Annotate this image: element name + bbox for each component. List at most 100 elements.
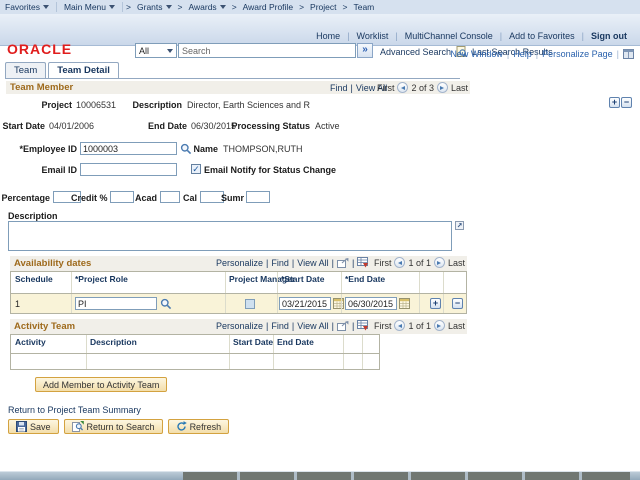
zoom-grid-icon[interactable] (337, 258, 349, 268)
breadcrumb: Favorites Main Menu > Grants > Awards > … (0, 0, 640, 15)
project-role-input[interactable] (75, 297, 157, 310)
next-row-button[interactable] (434, 257, 445, 268)
personalize-link[interactable]: Personalize (216, 258, 263, 268)
project-label: Project (20, 100, 72, 110)
chevron-down-icon (166, 5, 172, 9)
download-to-excel-icon[interactable] (357, 257, 368, 268)
new-window-link[interactable]: New Window (450, 49, 503, 59)
processing-status-label: Processing Status (230, 121, 310, 131)
taskbar-buttons[interactable] (183, 472, 630, 480)
breadcrumb-project[interactable]: Project (305, 2, 341, 12)
breadcrumb-award-profile[interactable]: Award Profile (238, 2, 298, 12)
description-box-label: Description (8, 211, 58, 221)
breadcrumb-separator: > (177, 2, 184, 12)
column-header: Description (90, 337, 137, 347)
find-link[interactable]: Find (330, 83, 348, 93)
tab-team[interactable]: Team (5, 62, 46, 78)
arrow-left-icon (398, 261, 402, 265)
row-end-date-input[interactable] (345, 297, 397, 310)
header-band: ORACLE All » Home | Worklist | MultiChan… (0, 14, 640, 46)
previous-row-button[interactable] (394, 257, 405, 268)
link-divider: | (617, 49, 619, 59)
link-divider: | (352, 258, 354, 268)
help-link[interactable]: Help (513, 49, 532, 59)
first-label[interactable]: First (374, 258, 392, 268)
personalize-layout-icon[interactable] (623, 49, 634, 59)
start-date-calendar-icon[interactable] (333, 298, 344, 309)
email-id-input[interactable] (80, 163, 177, 176)
advanced-search-link[interactable]: Advanced Search (380, 47, 451, 57)
refresh-button-label: Refresh (190, 422, 222, 432)
breadcrumb-grants[interactable]: Grants (132, 2, 177, 12)
peoplesoft-window: Favorites Main Menu > Grants > Awards > … (0, 0, 640, 480)
breadcrumb-awards[interactable]: Awards (183, 2, 230, 12)
next-row-button[interactable] (437, 82, 448, 93)
sign-out-link[interactable]: Sign out (584, 31, 634, 41)
end-date-calendar-icon[interactable] (399, 298, 410, 309)
personalize-page-link[interactable]: Personalize Page (542, 49, 613, 59)
breadcrumb-main-menu-label: Main Menu (64, 2, 106, 12)
remove-availability-row-button[interactable]: − (452, 298, 463, 309)
search-scope-select[interactable]: All (135, 43, 177, 58)
previous-row-button[interactable] (394, 320, 405, 331)
arrow-right-icon (437, 324, 441, 328)
home-link[interactable]: Home (309, 31, 347, 41)
tab-team-detail[interactable]: Team Detail (48, 62, 119, 78)
email-notify-checkbox[interactable]: ✓ (191, 164, 201, 174)
acad-input[interactable] (160, 191, 180, 203)
last-label[interactable]: Last (448, 321, 465, 331)
next-row-button[interactable] (434, 320, 445, 331)
team-member-header: Team Member Find | View All First 2 of 3… (6, 81, 470, 94)
search-go-button[interactable]: » (357, 43, 373, 58)
refresh-button[interactable]: Refresh (168, 419, 230, 434)
breadcrumb-separator: > (231, 2, 238, 12)
availability-title: Availability dates (10, 258, 91, 269)
expand-description-icon[interactable] (455, 221, 464, 230)
credit-input[interactable] (110, 191, 134, 203)
column-header: Start Date (233, 337, 273, 347)
find-link[interactable]: Find (271, 258, 289, 268)
start-date-value: 04/01/2006 (49, 121, 94, 131)
arrow-right-icon (437, 261, 441, 265)
worklist-link[interactable]: Worklist (350, 31, 396, 41)
arrow-left-icon (398, 324, 402, 328)
personalize-link[interactable]: Personalize (216, 321, 263, 331)
link-divider: | (266, 321, 268, 331)
download-to-excel-icon[interactable] (357, 320, 368, 331)
first-label[interactable]: First (377, 83, 395, 93)
employee-id-input[interactable] (80, 142, 177, 155)
add-to-favorites-link[interactable]: Add to Favorites (502, 31, 582, 41)
sumr-input[interactable] (246, 191, 270, 203)
project-manager-checkbox[interactable] (245, 299, 255, 309)
save-button[interactable]: Save (8, 419, 59, 434)
breadcrumb-team[interactable]: Team (348, 2, 379, 12)
add-row-button[interactable]: + (609, 97, 620, 108)
first-label[interactable]: First (374, 321, 392, 331)
chevron-down-icon (109, 5, 115, 9)
zoom-grid-icon[interactable] (337, 321, 349, 331)
breadcrumb-main-menu[interactable]: Main Menu (59, 2, 120, 12)
row-start-date-input[interactable] (279, 297, 331, 310)
column-header: End Date (277, 337, 314, 347)
last-label[interactable]: Last (451, 83, 468, 93)
breadcrumb-favorites-label: Favorites (5, 2, 40, 12)
previous-row-button[interactable] (397, 82, 408, 93)
search-input[interactable] (178, 43, 356, 58)
find-link[interactable]: Find (271, 321, 289, 331)
return-to-summary-link[interactable]: Return to Project Team Summary (8, 405, 141, 415)
activity-team-column-headers: Activity Description Start Date End Date (10, 334, 380, 354)
multichannel-console-link[interactable]: MultiChannel Console (398, 31, 500, 41)
view-all-link[interactable]: View All (297, 258, 328, 268)
view-all-link[interactable]: View All (297, 321, 328, 331)
row-position: 1 of 1 (408, 321, 431, 331)
return-to-search-button[interactable]: Return to Search (64, 419, 163, 434)
last-label[interactable]: Last (448, 258, 465, 268)
taskbar[interactable] (0, 471, 640, 480)
add-availability-row-button[interactable]: + (430, 298, 441, 309)
search-scope-value: All (139, 46, 149, 56)
add-member-button[interactable]: Add Member to Activity Team (35, 377, 167, 392)
remove-row-button[interactable]: − (621, 97, 632, 108)
breadcrumb-favorites[interactable]: Favorites (0, 2, 54, 12)
description-textarea[interactable] (8, 221, 452, 251)
project-role-lookup-icon[interactable] (160, 298, 172, 310)
